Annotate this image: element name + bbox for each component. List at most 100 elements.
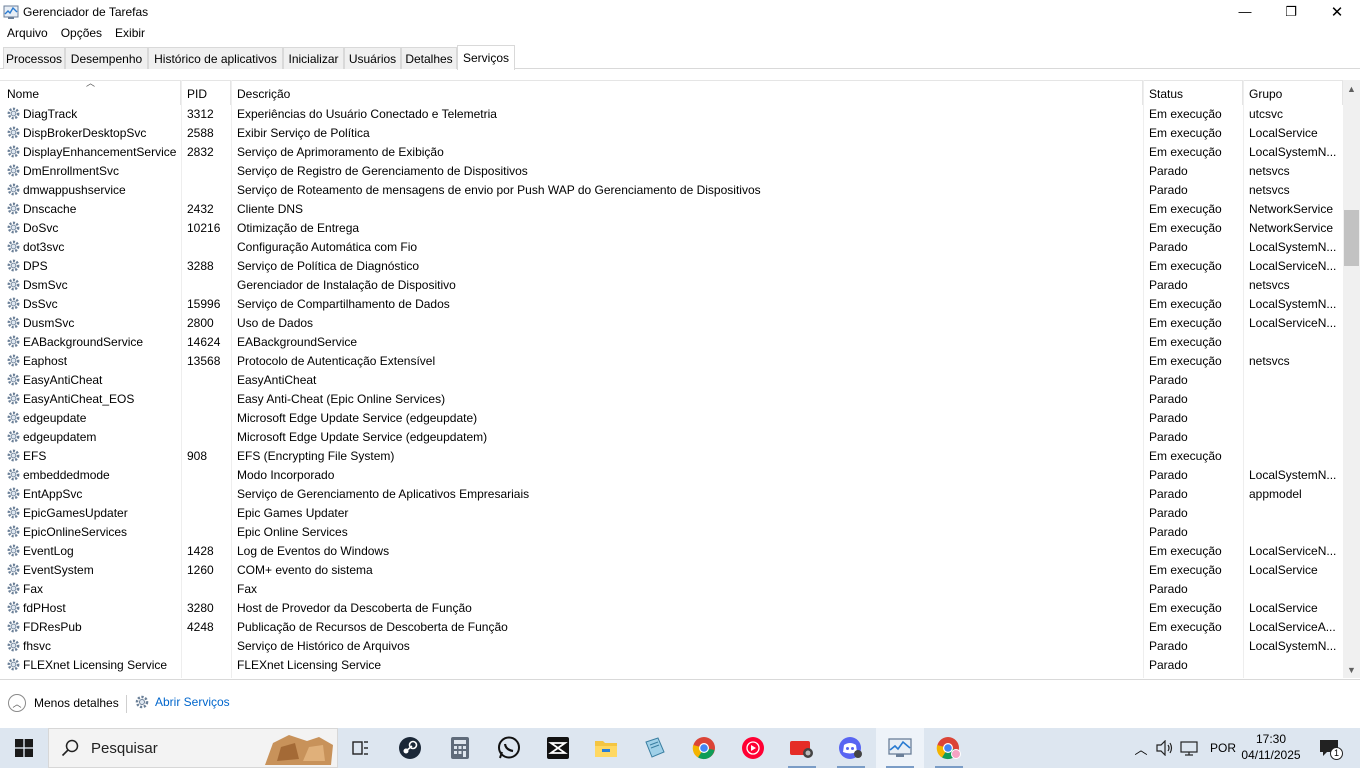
table-row[interactable]: DPS 3288 Serviço de Política de Diagnóstic… <box>0 256 1343 275</box>
less-details-button[interactable]: ︿ Menos detalhes <box>8 694 119 712</box>
service-name: DmEnrollmentSvc <box>23 164 120 178</box>
start-button[interactable] <box>0 728 48 768</box>
table-row[interactable]: Fax Fax Parado <box>0 579 1343 598</box>
tab-detalhes[interactable]: Detalhes <box>401 47 457 69</box>
service-status: Em execução <box>1149 107 1222 121</box>
service-group: LocalSystemN... <box>1249 639 1337 653</box>
table-row[interactable]: EventLog 1428 Log de Eventos do Windows Em … <box>0 541 1343 560</box>
table-row[interactable]: FLEXnet Licensing Service FLEXnet Licensi… <box>0 655 1343 674</box>
table-row[interactable]: EpicGamesUpdater Epic Games Updater Parado <box>0 503 1343 522</box>
column-header-group[interactable]: Grupo <box>1243 81 1343 105</box>
tab-desempenho[interactable]: Desempenho <box>65 47 148 69</box>
service-description: Protocolo de Autenticação Extensível <box>237 354 436 368</box>
scrollbar-thumb[interactable] <box>1344 210 1359 266</box>
table-row[interactable]: edgeupdatem Microsoft Edge Update Service… <box>0 427 1343 446</box>
table-row[interactable]: EntAppSvc Serviço de Gerenciamento de Apl… <box>0 484 1343 503</box>
table-row[interactable]: DsSvc 15996 Serviço de Compartilhamento de… <box>0 294 1343 313</box>
less-details-label: Menos detalhes <box>34 696 119 710</box>
volume-icon[interactable] <box>1156 740 1174 756</box>
service-group <box>1249 522 1341 541</box>
taskbar-chrome-profile[interactable] <box>925 728 973 768</box>
input-language[interactable]: POR <box>1210 741 1236 755</box>
taskbar-file-explorer[interactable] <box>582 728 630 768</box>
service-name: Fax <box>23 582 44 596</box>
service-gear-icon <box>6 600 21 615</box>
table-row[interactable]: dmwappushservice Serviço de Roteamento de… <box>0 180 1343 199</box>
service-status: Parado <box>1149 240 1188 254</box>
column-header-description[interactable]: Descrição <box>231 81 1143 105</box>
table-row[interactable]: DmEnrollmentSvc Serviço de Registro de Ge… <box>0 161 1343 180</box>
taskbar-clock[interactable]: 17:30 04/11/2025 <box>1236 731 1306 763</box>
service-description: EFS (Encrypting File System) <box>237 449 395 463</box>
table-row[interactable]: DusmSvc 2800 Uso de Dados Em execução LocalS… <box>0 313 1343 332</box>
maximize-button[interactable]: ❐ <box>1268 0 1314 23</box>
taskbar-notepad[interactable] <box>631 728 679 768</box>
table-row[interactable]: edgeupdate Microsoft Edge Update Service … <box>0 408 1343 427</box>
service-status: Parado <box>1149 373 1188 387</box>
menu-exibir[interactable]: Exibir <box>108 26 151 40</box>
table-row[interactable]: FDResPub 4248 Publicação de Recursos de De… <box>0 617 1343 636</box>
column-header-status[interactable]: Status <box>1143 81 1243 105</box>
show-hidden-icons-chevron-icon[interactable]: ︿ <box>1132 739 1150 758</box>
taskbar-task-manager[interactable] <box>876 728 924 768</box>
minimize-button[interactable]: — <box>1222 0 1268 23</box>
tab-historico-aplicativos[interactable]: Histórico de aplicativos <box>148 47 283 69</box>
taskbar-chrome[interactable] <box>680 728 728 768</box>
taskbar-search-box[interactable]: Pesquisar <box>48 728 338 768</box>
open-services-link[interactable]: Abrir Serviços <box>134 694 230 710</box>
taskbar-youtube-music[interactable] <box>729 728 777 768</box>
task-view-button[interactable] <box>336 728 384 768</box>
table-row[interactable]: DispBrokerDesktopSvc 2588 Exibir Serviço d… <box>0 123 1343 142</box>
service-name: EventSystem <box>23 563 94 577</box>
table-row[interactable]: EasyAntiCheat_EOS Easy Anti-Cheat (Epic O… <box>0 389 1343 408</box>
scroll-down-arrow-icon[interactable]: ▼ <box>1343 661 1360 678</box>
taskbar-camera-app[interactable] <box>778 728 826 768</box>
service-group <box>1249 655 1341 674</box>
menu-arquivo[interactable]: Arquivo <box>0 26 54 40</box>
close-button[interactable]: ✕ <box>1314 0 1360 23</box>
taskbar-capcut[interactable] <box>534 728 582 768</box>
tab-inicializar[interactable]: Inicializar <box>283 47 344 69</box>
tab-usuarios[interactable]: Usuários <box>344 47 401 69</box>
table-row[interactable]: DsmSvc Gerenciador de Instalação de Dispo… <box>0 275 1343 294</box>
table-row[interactable]: EventSystem 1260 COM+ evento do sistema Em … <box>0 560 1343 579</box>
table-row[interactable]: fhsvc Serviço de Histórico de Arquivos Par… <box>0 636 1343 655</box>
menu-bar: Arquivo Opções Exibir <box>0 23 151 43</box>
service-status: Parado <box>1149 183 1188 197</box>
table-row[interactable]: DoSvc 10216 Otimização de Entrega Em execuç… <box>0 218 1343 237</box>
table-row[interactable]: EABackgroundService 14624 EABackgroundServ… <box>0 332 1343 351</box>
service-gear-icon <box>6 353 21 368</box>
column-header-pid[interactable]: PID <box>181 81 231 105</box>
table-row[interactable]: EFS 908 EFS (Encrypting File System) Em exe… <box>0 446 1343 465</box>
table-row[interactable]: dot3svc Configuração Automática com Fio Pa… <box>0 237 1343 256</box>
tab-servicos[interactable]: Serviços <box>457 45 515 70</box>
footer-separator <box>126 695 127 713</box>
table-row[interactable]: DiagTrack 3312 Experiências do Usuário Con… <box>0 104 1343 123</box>
table-row[interactable]: embeddedmode Modo Incorporado Parado LocalS… <box>0 465 1343 484</box>
service-status: Parado <box>1149 525 1188 539</box>
taskbar-whatsapp[interactable] <box>485 728 533 768</box>
search-icon <box>61 739 79 757</box>
service-pid: 14624 <box>187 335 221 349</box>
notification-center-button[interactable]: 1 <box>1306 728 1352 768</box>
network-icon[interactable] <box>1180 740 1198 756</box>
scroll-up-arrow-icon[interactable]: ▲ <box>1343 80 1360 97</box>
service-status: Em execução <box>1149 601 1222 615</box>
table-row[interactable]: Dnscache 2432 Cliente DNS Em execução Networ… <box>0 199 1343 218</box>
service-gear-icon <box>6 258 21 273</box>
menu-opcoes[interactable]: Opções <box>54 26 108 40</box>
service-status: Em execução <box>1149 449 1222 463</box>
vertical-scrollbar[interactable] <box>1343 80 1360 678</box>
taskbar-calculator[interactable] <box>436 728 484 768</box>
table-row[interactable]: fdPHost 3280 Host de Provedor da Descobert… <box>0 598 1343 617</box>
column-header-name[interactable]: Nome <box>0 81 181 105</box>
table-row[interactable]: DisplayEnhancementService 2832 Serviço de … <box>0 142 1343 161</box>
table-row[interactable]: EasyAntiCheat EasyAntiCheat Parado <box>0 370 1343 389</box>
table-row[interactable]: Eaphost 13568 Protocolo de Autenticação Ex… <box>0 351 1343 370</box>
table-row[interactable]: EpicOnlineServices Epic Online Services Pa… <box>0 522 1343 541</box>
service-gear-icon <box>6 144 21 159</box>
title-bar[interactable]: Gerenciador de Tarefas — ❐ ✕ <box>0 0 1360 23</box>
tab-processos[interactable]: Processos <box>3 47 65 69</box>
taskbar-steam[interactable] <box>386 728 434 768</box>
taskbar-discord[interactable] <box>827 728 875 768</box>
